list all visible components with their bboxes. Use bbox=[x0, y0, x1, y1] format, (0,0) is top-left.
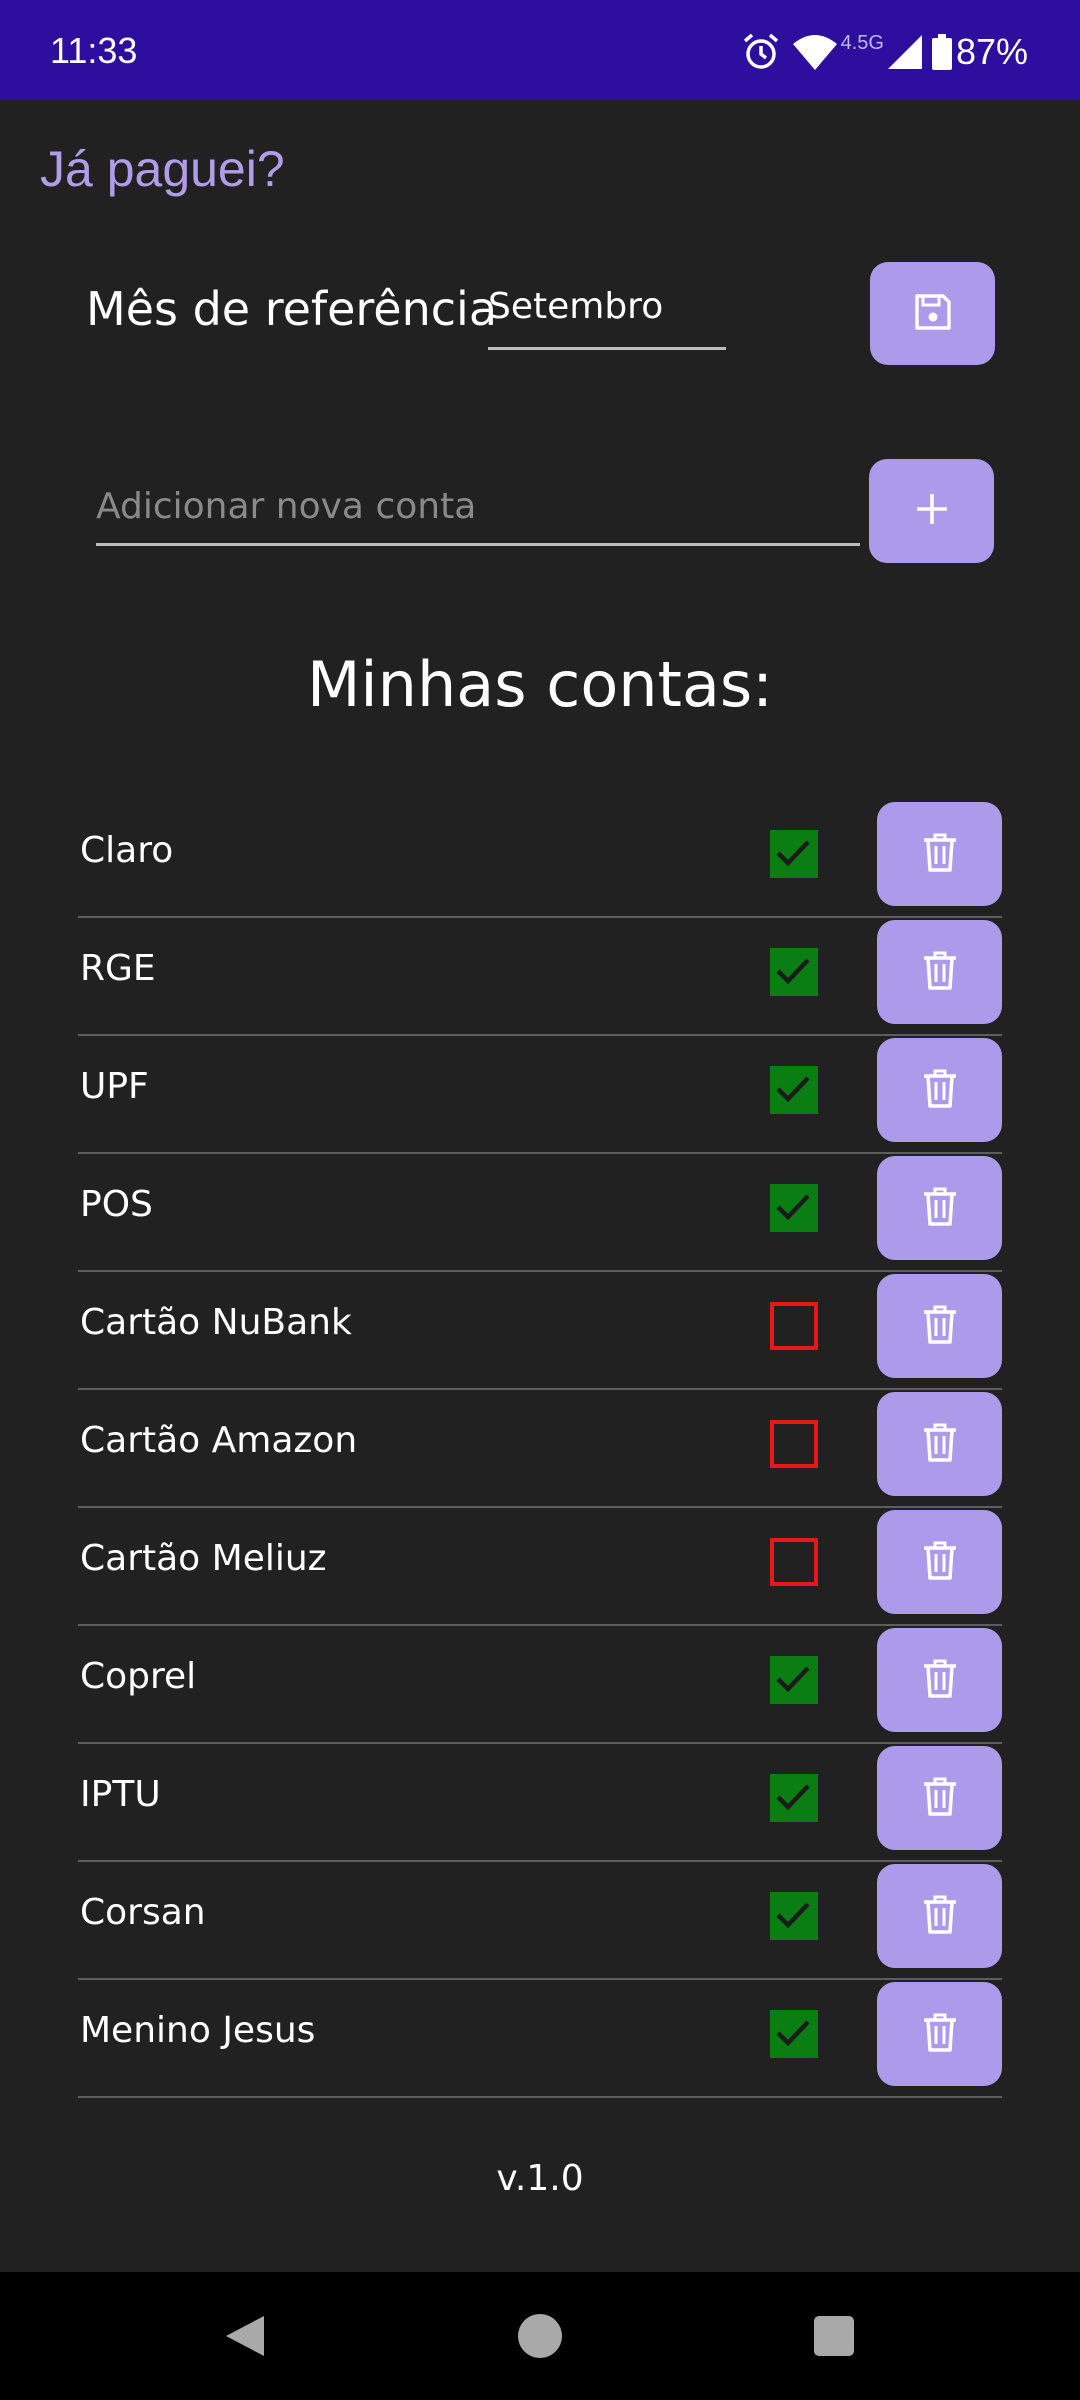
account-name: Claro bbox=[80, 830, 174, 871]
account-name: Menino Jesus bbox=[80, 2010, 316, 2051]
new-account-field[interactable] bbox=[96, 476, 860, 546]
trash-icon bbox=[922, 1658, 958, 1702]
paid-checkbox[interactable] bbox=[770, 2010, 818, 2058]
paid-checkbox[interactable] bbox=[770, 1656, 818, 1704]
trash-icon bbox=[922, 2012, 958, 2056]
paid-checkbox[interactable] bbox=[770, 1184, 818, 1232]
delete-account-button[interactable] bbox=[877, 920, 1002, 1024]
alarm-icon bbox=[741, 32, 781, 72]
status-icons: 4.5G 87% bbox=[741, 30, 1028, 74]
account-name: Cartão Meliuz bbox=[80, 1538, 327, 1579]
status-bar: 11:33 4.5G 87% bbox=[0, 0, 1080, 100]
paid-checkbox[interactable] bbox=[770, 1066, 818, 1114]
trash-icon bbox=[922, 1304, 958, 1348]
account-name: POS bbox=[80, 1184, 153, 1225]
trash-icon bbox=[922, 950, 958, 994]
list-item: Cartão Meliuz bbox=[78, 1508, 1002, 1626]
status-time: 11:33 bbox=[50, 30, 138, 71]
battery-percent: 87% bbox=[955, 31, 1028, 72]
app-version: v.1.0 bbox=[496, 2158, 584, 2199]
month-field[interactable]: Setembro bbox=[488, 286, 726, 350]
month-label: Mês de referência bbox=[86, 282, 498, 336]
plus-icon bbox=[915, 492, 949, 530]
paid-checkbox[interactable] bbox=[770, 1538, 818, 1586]
new-account-input[interactable] bbox=[96, 476, 860, 536]
list-item: Cartão Amazon bbox=[78, 1390, 1002, 1508]
paid-checkbox[interactable] bbox=[770, 1420, 818, 1468]
paid-checkbox[interactable] bbox=[770, 830, 818, 878]
trash-icon bbox=[922, 1186, 958, 1230]
trash-icon bbox=[922, 1894, 958, 1938]
delete-account-button[interactable] bbox=[877, 1982, 1002, 2086]
list-item: Claro bbox=[78, 800, 1002, 918]
delete-account-button[interactable] bbox=[877, 1156, 1002, 1260]
account-list: Claro RGE UPF POS Cartão NuBank Cartão Amazon… bbox=[78, 800, 1002, 2098]
home-icon[interactable] bbox=[518, 2314, 562, 2358]
delete-account-button[interactable] bbox=[877, 1392, 1002, 1496]
add-account-button[interactable] bbox=[869, 459, 994, 563]
network-type: 4.5G bbox=[840, 31, 884, 54]
save-button[interactable] bbox=[870, 262, 995, 365]
list-item: Cartão NuBank bbox=[78, 1272, 1002, 1390]
account-name: Coprel bbox=[80, 1656, 197, 1697]
paid-checkbox[interactable] bbox=[770, 1892, 818, 1940]
trash-icon bbox=[922, 1068, 958, 1112]
delete-account-button[interactable] bbox=[877, 1746, 1002, 1850]
delete-account-button[interactable] bbox=[877, 1274, 1002, 1378]
account-name: RGE bbox=[80, 948, 156, 989]
delete-account-button[interactable] bbox=[877, 1038, 1002, 1142]
back-icon[interactable] bbox=[222, 2314, 266, 2362]
list-item: Corsan bbox=[78, 1862, 1002, 1980]
month-value[interactable]: Setembro bbox=[488, 286, 663, 327]
delete-account-button[interactable] bbox=[877, 1628, 1002, 1732]
trash-icon bbox=[922, 1776, 958, 1820]
signal-icon bbox=[887, 35, 922, 69]
list-item: RGE bbox=[78, 918, 1002, 1036]
paid-checkbox[interactable] bbox=[770, 948, 818, 996]
account-name: Corsan bbox=[80, 1892, 206, 1933]
list-heading: Minhas contas: bbox=[306, 648, 774, 721]
account-name: IPTU bbox=[80, 1774, 161, 1815]
list-item: Menino Jesus bbox=[78, 1980, 1002, 2098]
navigation-bar bbox=[0, 2272, 1080, 2400]
list-item: Coprel bbox=[78, 1626, 1002, 1744]
paid-checkbox[interactable] bbox=[770, 1774, 818, 1822]
account-name: Cartão NuBank bbox=[80, 1302, 352, 1343]
paid-checkbox[interactable] bbox=[770, 1302, 818, 1350]
recent-apps-icon[interactable] bbox=[814, 2316, 854, 2356]
trash-icon bbox=[922, 1422, 958, 1466]
account-name: Cartão Amazon bbox=[80, 1420, 358, 1461]
app-title: Já paguei? bbox=[40, 141, 285, 197]
list-item: POS bbox=[78, 1154, 1002, 1272]
list-item: IPTU bbox=[78, 1744, 1002, 1862]
trash-icon bbox=[922, 1540, 958, 1584]
wifi-icon bbox=[792, 34, 837, 70]
trash-icon bbox=[922, 832, 958, 876]
account-name: UPF bbox=[80, 1066, 149, 1107]
list-item: UPF bbox=[78, 1036, 1002, 1154]
delete-account-button[interactable] bbox=[877, 1510, 1002, 1614]
battery-icon bbox=[931, 34, 952, 70]
delete-account-button[interactable] bbox=[877, 1864, 1002, 1968]
delete-account-button[interactable] bbox=[877, 802, 1002, 906]
save-icon bbox=[913, 292, 953, 336]
